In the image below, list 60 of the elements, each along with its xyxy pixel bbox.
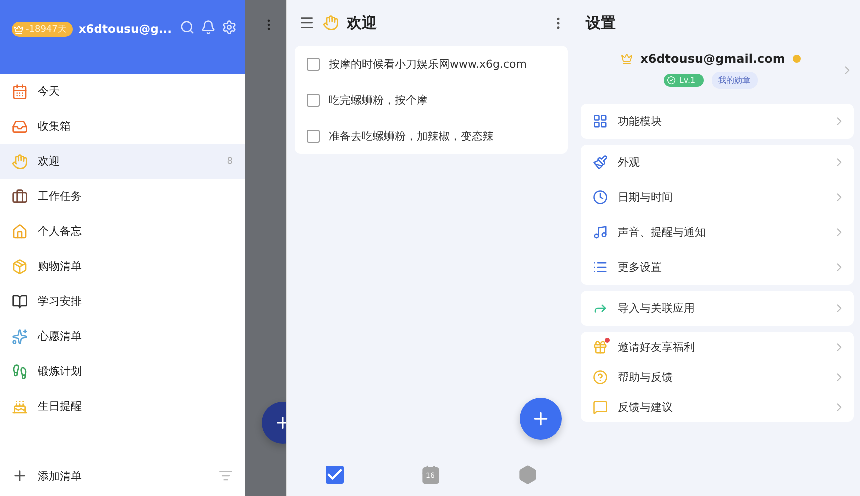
- inbox-icon: [12, 118, 28, 134]
- sparkles-icon: [12, 328, 28, 344]
- account-email: x6dtousu@gmail.com: [640, 52, 786, 66]
- open-book-icon: [12, 294, 28, 310]
- notification-dot: [605, 338, 610, 342]
- task-checkbox[interactable]: [307, 94, 320, 106]
- task-checkbox[interactable]: [307, 130, 320, 142]
- list-item[interactable]: 学习安排: [0, 284, 245, 319]
- crown-icon: [620, 52, 633, 64]
- help-icon: [593, 370, 608, 384]
- list-item[interactable]: 购物清单: [0, 249, 245, 284]
- waving-hand-icon: [12, 154, 28, 170]
- add-fab[interactable]: [520, 398, 562, 440]
- task-checkbox[interactable]: [307, 58, 320, 70]
- list-title: 欢迎: [347, 14, 378, 32]
- status-dot: [793, 54, 802, 62]
- settings-row[interactable]: 帮助与反馈: [581, 362, 854, 392]
- profile-row[interactable]: x6dtousu@gmail.com Lv.1 我的勋章: [581, 42, 854, 98]
- sort-icon[interactable]: [219, 469, 233, 483]
- settings-row[interactable]: 导入与关联应用: [581, 291, 854, 326]
- plus-icon[interactable]: [12, 468, 28, 484]
- package-icon: [12, 258, 28, 274]
- waving-hand-icon: [323, 15, 339, 31]
- tasks-tab[interactable]: [326, 466, 344, 484]
- menu-icon[interactable]: [299, 15, 315, 31]
- more-tab[interactable]: [518, 465, 538, 485]
- list-item[interactable]: 锻炼计划: [0, 354, 245, 389]
- medals-button[interactable]: 我的勋章: [712, 72, 758, 88]
- search-icon[interactable]: [180, 20, 195, 35]
- list-icon: [593, 260, 608, 275]
- settings-row[interactable]: 反馈与建议: [581, 392, 854, 422]
- list-item[interactable]: 欢迎 8: [0, 144, 245, 179]
- settings-title: 设置: [584, 12, 617, 34]
- task-text[interactable]: 准备去吃螺蛳粉，加辣椒，变态辣: [329, 128, 494, 144]
- chat-icon: [593, 400, 608, 414]
- briefcase-icon: [12, 188, 28, 204]
- list-item[interactable]: 心愿清单: [0, 319, 245, 354]
- settings-row[interactable]: 外观: [581, 145, 854, 180]
- clock-icon: [593, 190, 608, 205]
- settings-icon[interactable]: [222, 20, 237, 35]
- account-name[interactable]: x6dtousu@g...: [78, 22, 174, 36]
- settings-row[interactable]: 日期与时间: [581, 180, 854, 215]
- list-item[interactable]: 收集箱: [0, 109, 245, 144]
- cake-icon: [12, 398, 28, 414]
- settings-row[interactable]: 更多设置: [581, 250, 854, 285]
- bell-icon[interactable]: [201, 20, 216, 35]
- add-list-link[interactable]: 添加清单: [38, 468, 209, 484]
- settings-row[interactable]: 邀请好友享福利: [581, 332, 854, 362]
- settings-row[interactable]: 功能模块: [581, 104, 854, 139]
- settings-row[interactable]: 声音、提醒与通知: [581, 215, 854, 250]
- grid-icon: [593, 114, 608, 129]
- calendar-icon: [12, 84, 28, 100]
- list-item[interactable]: 个人备忘: [0, 214, 245, 249]
- list-item[interactable]: 生日提醒: [0, 389, 245, 424]
- list-item[interactable]: 今天: [0, 74, 245, 109]
- house-icon: [12, 224, 28, 240]
- task-text[interactable]: 吃完螺蛳粉，按个摩: [329, 92, 428, 108]
- music-note-icon: [593, 225, 608, 240]
- list-item[interactable]: 工作任务: [0, 179, 245, 214]
- task-text[interactable]: 按摩的时候看小刀娱乐网www.x6g.com: [329, 56, 527, 72]
